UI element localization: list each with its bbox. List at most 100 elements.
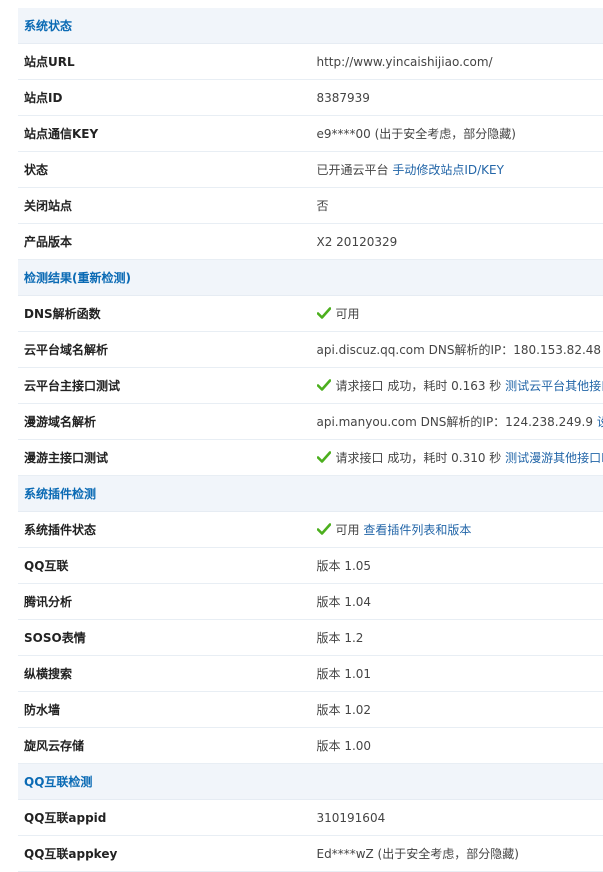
table-row: 系统插件状态可用 查看插件列表和版本 xyxy=(18,512,603,548)
row-value-cell: e9****00 (出于安全考虑，部分隐藏) xyxy=(311,116,603,152)
row-action-link[interactable]: 设置接口IP xyxy=(597,415,603,429)
row-value: 请求接口 成功，耗时 0.163 秒 xyxy=(336,379,502,393)
section-header: QQ互联检测 xyxy=(18,764,603,800)
section-header: 系统状态 xyxy=(18,8,603,44)
row-label: 产品版本 xyxy=(18,224,311,260)
row-value-cell: 版本 1.04 xyxy=(311,584,603,620)
row-label: QQ互联appid xyxy=(18,800,311,836)
row-value-cell: 8387939 xyxy=(311,80,603,116)
check-icon xyxy=(317,307,331,319)
row-value: 否 xyxy=(317,199,329,213)
row-value: http://www.yincaishijiao.com/ xyxy=(317,55,493,69)
row-value: X2 20120329 xyxy=(317,235,398,249)
row-value: 版本 1.00 xyxy=(317,739,372,753)
row-action-link[interactable]: 查看插件列表和版本 xyxy=(363,523,471,537)
row-value-cell: 版本 1.02 xyxy=(311,692,603,728)
table-row: 站点通信KEY e9****00 (出于安全考虑，部分隐藏) xyxy=(18,116,603,152)
row-value-cell: 版本 1.01 xyxy=(311,656,603,692)
row-value: 310191604 xyxy=(317,811,386,825)
row-label: 状态 xyxy=(18,152,311,188)
row-action-link[interactable]: 测试漫游其他接口IP xyxy=(505,451,603,465)
row-label: 站点通信KEY xyxy=(18,116,311,152)
table-row: DNS解析函数 可用 xyxy=(18,296,603,332)
table-row: 关闭站点否 xyxy=(18,188,603,224)
row-label: 云平台主接口测试 xyxy=(18,368,311,404)
table-row: 漫游域名解析api.manyou.com DNS解析的IP：124.238.24… xyxy=(18,404,603,440)
status-table: 系统状态站点URL http://www.yincaishijiao.com/站点… xyxy=(18,8,603,872)
table-row: QQ互联版本 1.05 xyxy=(18,548,603,584)
row-label: 漫游域名解析 xyxy=(18,404,311,440)
row-value: 版本 1.2 xyxy=(317,631,364,645)
row-action-link[interactable]: 手动修改站点ID/KEY xyxy=(392,163,504,177)
table-row: 站点ID 8387939 xyxy=(18,80,603,116)
row-value-cell: api.manyou.com DNS解析的IP：124.238.249.9 设置… xyxy=(311,404,603,440)
row-value: api.discuz.qq.com DNS解析的IP：180.153.82.48 xyxy=(317,343,602,357)
section-title: 检测结果(重新检测) xyxy=(18,260,603,296)
check-icon xyxy=(317,379,331,391)
row-value: 已开通云平台 xyxy=(317,163,389,177)
row-value-cell: 可用 查看插件列表和版本 xyxy=(311,512,603,548)
table-row: 云平台域名解析api.discuz.qq.com DNS解析的IP：180.15… xyxy=(18,332,603,368)
row-action-link[interactable]: 测试云平台其他接口IP xyxy=(505,379,603,393)
row-value: 版本 1.05 xyxy=(317,559,372,573)
table-row: 腾讯分析版本 1.04 xyxy=(18,584,603,620)
row-value-cell: 请求接口 成功，耗时 0.163 秒 测试云平台其他接口IP xyxy=(311,368,603,404)
row-value: 版本 1.01 xyxy=(317,667,372,681)
row-label: 系统插件状态 xyxy=(18,512,311,548)
table-row: 状态已开通云平台 手动修改站点ID/KEY xyxy=(18,152,603,188)
table-row: 纵横搜索版本 1.01 xyxy=(18,656,603,692)
row-value: Ed****wZ (出于安全考虑，部分隐藏) xyxy=(317,847,519,861)
row-value-cell: http://www.yincaishijiao.com/ xyxy=(311,44,603,80)
table-row: 旋风云存储版本 1.00 xyxy=(18,728,603,764)
row-label: QQ互联 xyxy=(18,548,311,584)
row-value: 版本 1.02 xyxy=(317,703,372,717)
row-value: 可用 xyxy=(336,523,360,537)
status-table-body: 系统状态站点URL http://www.yincaishijiao.com/站点… xyxy=(18,8,603,872)
row-value: 版本 1.04 xyxy=(317,595,372,609)
row-value-cell: 已开通云平台 手动修改站点ID/KEY xyxy=(311,152,603,188)
row-value-cell: 否 xyxy=(311,188,603,224)
cloud-status-panel: 系统状态站点URL http://www.yincaishijiao.com/站点… xyxy=(0,0,603,872)
row-label: 站点URL xyxy=(18,44,311,80)
row-value-cell: 版本 1.05 xyxy=(311,548,603,584)
table-row: 云平台主接口测试请求接口 成功，耗时 0.163 秒 测试云平台其他接口IP xyxy=(18,368,603,404)
row-value-cell: 310191604 xyxy=(311,800,603,836)
row-label: QQ互联appkey xyxy=(18,836,311,872)
row-label: 防水墙 xyxy=(18,692,311,728)
section-header: 检测结果(重新检测) xyxy=(18,260,603,296)
row-label: DNS解析函数 xyxy=(18,296,311,332)
row-value: 8387939 xyxy=(317,91,370,105)
row-value: e9****00 (出于安全考虑，部分隐藏) xyxy=(317,127,516,141)
table-row: SOSO表情版本 1.2 xyxy=(18,620,603,656)
row-label: 腾讯分析 xyxy=(18,584,311,620)
section-title: 系统插件检测 xyxy=(18,476,603,512)
row-value-cell: api.discuz.qq.com DNS解析的IP：180.153.82.48… xyxy=(311,332,603,368)
row-label: 云平台域名解析 xyxy=(18,332,311,368)
row-value-cell: 版本 1.2 xyxy=(311,620,603,656)
row-value-cell: 版本 1.00 xyxy=(311,728,603,764)
table-row: 产品版本 X2 20120329 xyxy=(18,224,603,260)
row-value: api.manyou.com DNS解析的IP：124.238.249.9 xyxy=(317,415,593,429)
table-row: 漫游主接口测试请求接口 成功，耗时 0.310 秒 测试漫游其他接口IP xyxy=(18,440,603,476)
row-value: 可用 xyxy=(336,307,360,321)
section-header: 系统插件检测 xyxy=(18,476,603,512)
row-label: SOSO表情 xyxy=(18,620,311,656)
table-row: QQ互联appid 310191604 xyxy=(18,800,603,836)
table-row: 防水墙版本 1.02 xyxy=(18,692,603,728)
row-label: 站点ID xyxy=(18,80,311,116)
check-icon xyxy=(317,451,331,463)
check-icon xyxy=(317,523,331,535)
table-row: QQ互联appkey Ed****wZ (出于安全考虑，部分隐藏) xyxy=(18,836,603,872)
row-label: 旋风云存储 xyxy=(18,728,311,764)
row-value-cell: X2 20120329 xyxy=(311,224,603,260)
row-value-cell: 可用 xyxy=(311,296,603,332)
table-row: 站点URL http://www.yincaishijiao.com/ xyxy=(18,44,603,80)
row-value-cell: Ed****wZ (出于安全考虑，部分隐藏) xyxy=(311,836,603,872)
section-title: 系统状态 xyxy=(18,8,603,44)
row-label: 纵横搜索 xyxy=(18,656,311,692)
section-title: QQ互联检测 xyxy=(18,764,603,800)
row-label: 关闭站点 xyxy=(18,188,311,224)
row-label: 漫游主接口测试 xyxy=(18,440,311,476)
row-value-cell: 请求接口 成功，耗时 0.310 秒 测试漫游其他接口IP xyxy=(311,440,603,476)
row-value: 请求接口 成功，耗时 0.310 秒 xyxy=(336,451,502,465)
